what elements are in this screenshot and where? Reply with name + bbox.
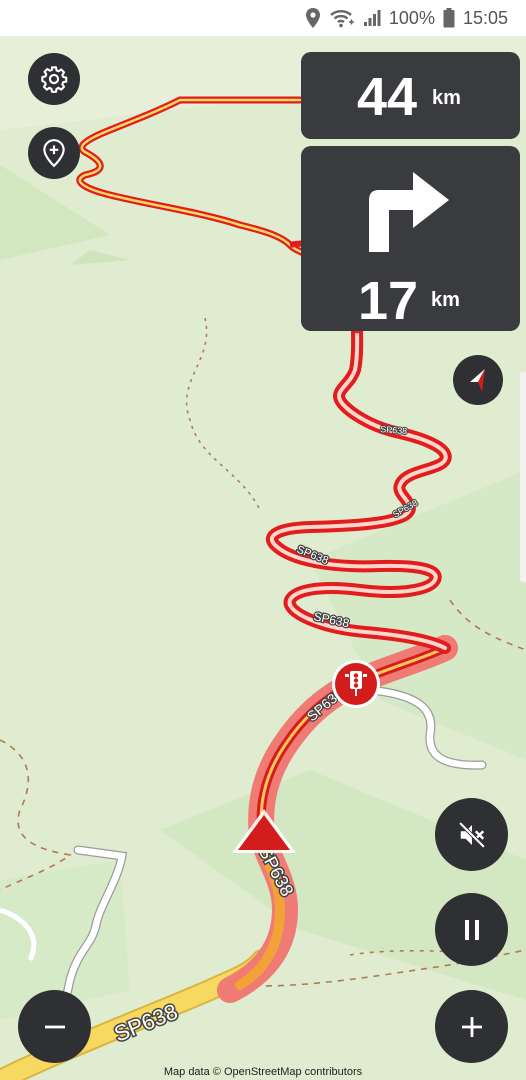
battery-percent: 100% — [388, 7, 435, 28]
clock: 15:05 — [462, 7, 508, 28]
turn-right-arrow-icon — [369, 172, 449, 252]
pause-button[interactable] — [435, 893, 508, 966]
add-place-button[interactable] — [28, 127, 80, 179]
gear-icon — [41, 66, 68, 93]
settings-button[interactable] — [28, 53, 80, 105]
location-plus-icon — [43, 139, 65, 168]
compass-icon — [470, 369, 485, 392]
status-bar: 100% 15:05 — [0, 0, 526, 36]
plus-icon — [461, 1016, 482, 1037]
remaining-distance-value: 44 — [357, 67, 418, 127]
wifi-calling-icon — [330, 10, 354, 28]
remaining-distance-unit: km — [432, 87, 461, 109]
remaining-distance-panel: 44 km — [301, 52, 520, 139]
next-turn-panel[interactable]: 17 km — [301, 146, 520, 331]
next-turn-distance-value: 17 — [358, 271, 419, 331]
pause-icon — [464, 919, 479, 940]
zoom-in-button[interactable] — [435, 990, 508, 1063]
mute-button[interactable] — [435, 798, 508, 871]
map-attribution: Map data © OpenStreetMap contributors — [163, 1066, 363, 1078]
drawer-handle[interactable] — [520, 372, 526, 582]
signal-icon — [363, 10, 381, 26]
location-icon — [305, 8, 320, 28]
battery-icon — [443, 8, 455, 28]
zoom-out-button[interactable] — [18, 990, 91, 1063]
minus-icon — [44, 1025, 65, 1028]
compass-button[interactable] — [453, 355, 503, 405]
traffic-light-marker[interactable] — [332, 660, 380, 708]
volume-mute-icon — [457, 820, 486, 849]
next-turn-distance-unit: km — [431, 289, 460, 311]
